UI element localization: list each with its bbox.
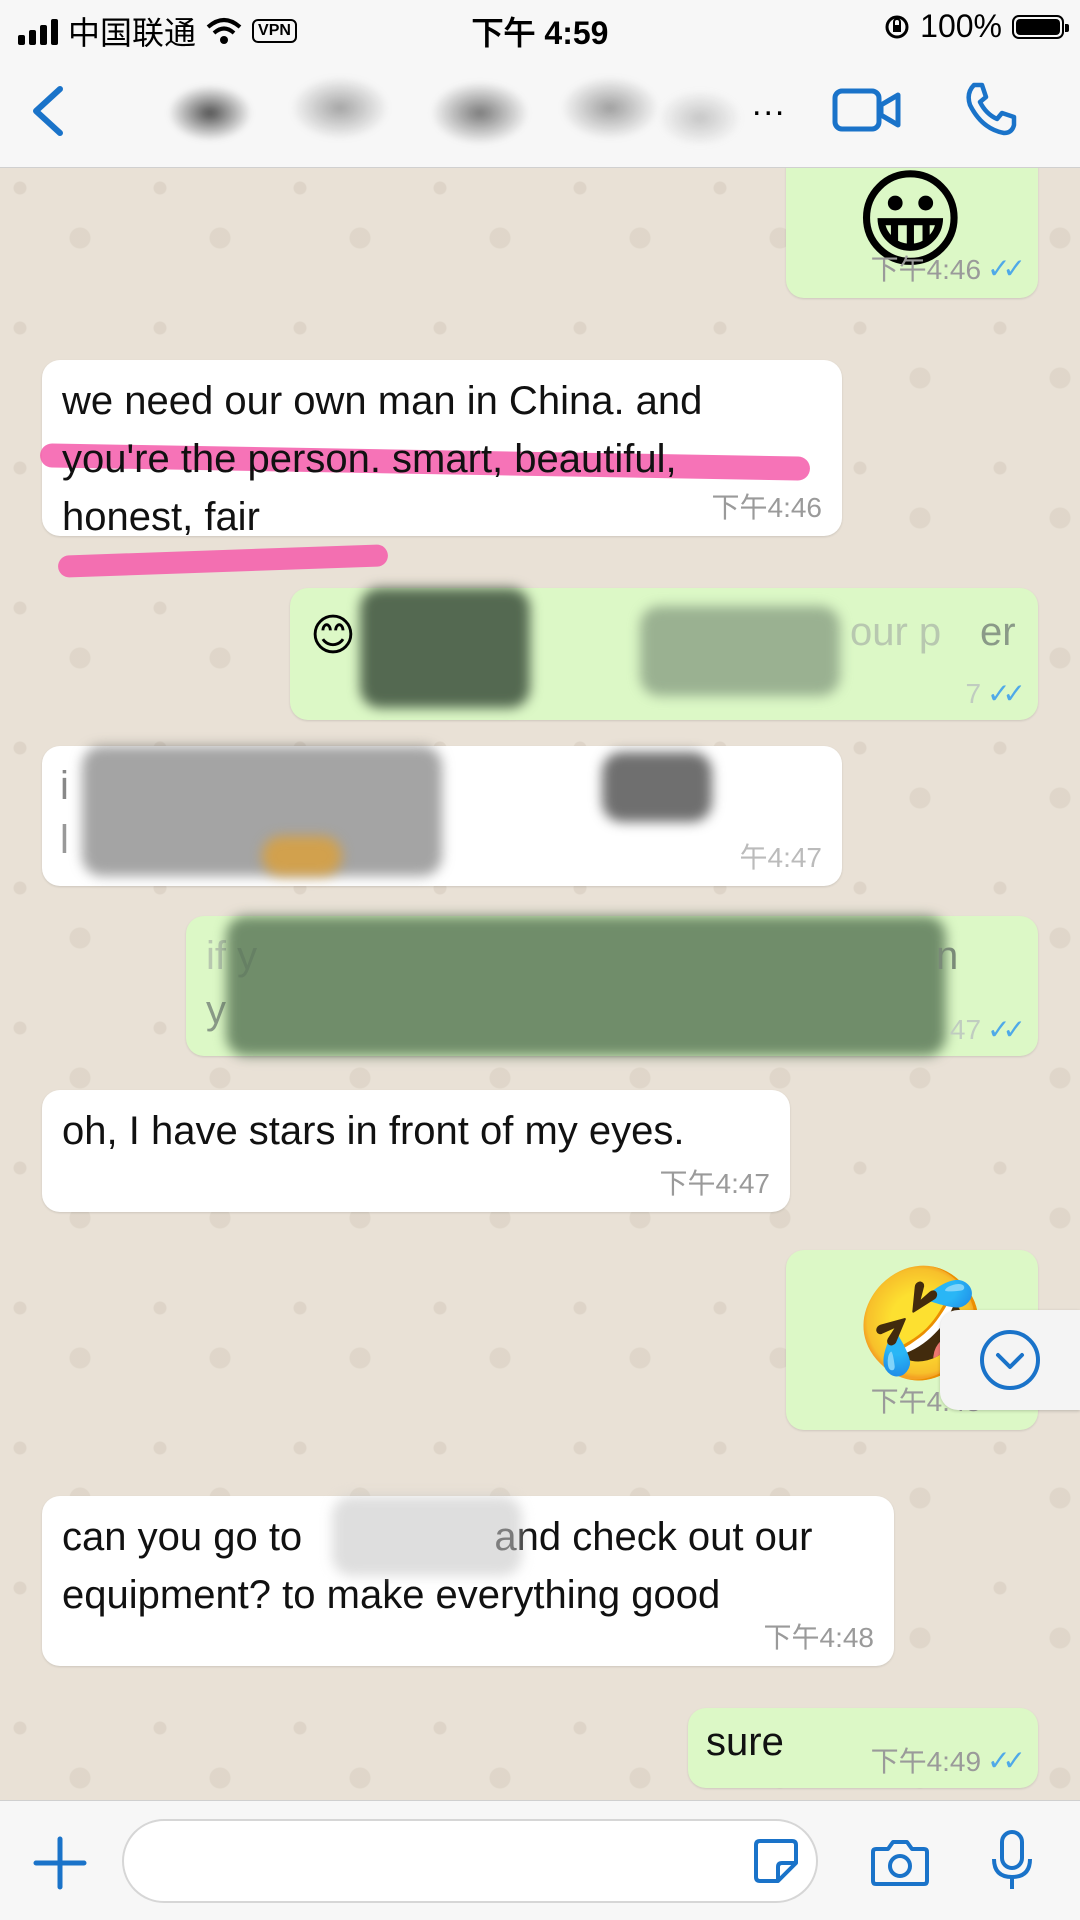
read-receipt-icon: ✓✓ xyxy=(987,1744,1026,1776)
message-time: 午4:47 xyxy=(739,842,823,873)
chevron-left-icon[interactable] xyxy=(22,81,82,141)
message-outgoing[interactable]: 😊 our p er 7 ✓✓ xyxy=(290,588,1038,720)
text-fragment: i xyxy=(60,764,69,808)
message-text: we need our own man in China. and you're… xyxy=(62,379,703,539)
read-receipt-icon: ✓✓ xyxy=(987,1014,1026,1045)
message-time: 47 xyxy=(949,1013,982,1045)
message-outgoing[interactable]: sure 下午4:49 ✓✓ xyxy=(688,1708,1038,1788)
chevron-down-icon xyxy=(980,1330,1040,1390)
read-receipt-icon: ✓✓ xyxy=(987,678,1026,709)
message-input[interactable] xyxy=(122,1819,818,1903)
redaction xyxy=(602,752,712,822)
message-outgoing[interactable]: if y y n 47 ✓✓ xyxy=(186,916,1038,1056)
text-part: can you go to xyxy=(62,1515,314,1559)
message-outgoing[interactable]: 😀 下午4:46 ✓✓ xyxy=(786,168,1038,298)
message-time: 下午4:49 xyxy=(870,1746,982,1777)
text-part: and check out our xyxy=(483,1515,813,1559)
message-meta: 下午4:47 xyxy=(660,1162,771,1202)
contact-name-redacted[interactable] xyxy=(140,63,740,158)
message-meta: 7 ✓✓ xyxy=(965,677,1026,710)
redaction xyxy=(226,916,946,1056)
message-meta: 47 ✓✓ xyxy=(949,1013,1026,1046)
message-time: 下午4:47 xyxy=(659,1168,771,1199)
message-meta: 下午4:48 xyxy=(764,1616,875,1656)
composer-bar xyxy=(0,1800,1080,1920)
text-part: equipment? to make everything good xyxy=(62,1573,721,1617)
message-incoming[interactable]: we need our own man in China. and you're… xyxy=(39,360,842,539)
message-meta: 午4:47 xyxy=(740,836,823,876)
text-fragment: er xyxy=(980,610,1016,654)
video-camera-icon[interactable] xyxy=(832,85,902,135)
message-list[interactable]: 😀 下午4:46 ✓✓ we need our own man in China… xyxy=(0,168,1080,1800)
sticker-icon[interactable] xyxy=(752,1837,800,1885)
scroll-to-bottom-button[interactable] xyxy=(940,1310,1080,1410)
message-incoming[interactable]: i l 午4:47 xyxy=(42,746,842,886)
status-right: 100% xyxy=(884,8,1069,45)
redaction xyxy=(360,588,530,708)
text-fragment: our p xyxy=(850,610,942,654)
chat-header: ... xyxy=(0,55,1080,168)
plus-icon[interactable] xyxy=(30,1833,90,1893)
message-time: 下午4:46 xyxy=(870,254,982,285)
battery-percent: 100% xyxy=(920,8,1002,44)
message-text: sure xyxy=(706,1720,784,1764)
highlight-mark xyxy=(57,544,389,578)
read-receipt-icon: ✓✓ xyxy=(987,252,1026,284)
phone-icon[interactable] xyxy=(962,81,1018,137)
message-meta: 下午4:46 xyxy=(712,486,823,526)
redaction xyxy=(332,1496,522,1576)
emoji: 😊 xyxy=(310,611,356,660)
camera-icon[interactable] xyxy=(870,1837,930,1887)
redaction xyxy=(640,606,840,696)
message-time: 7 xyxy=(965,677,982,709)
message-time: 下午4:46 xyxy=(711,492,823,523)
text-fragment: l xyxy=(60,818,69,862)
text-fragment: y xyxy=(206,988,226,1032)
rotation-lock-icon xyxy=(885,15,909,38)
battery-icon xyxy=(1012,14,1069,39)
status-bar: 中国联通 VPN 下午 4:59 100% xyxy=(0,0,1080,55)
message-incoming[interactable]: can you go to and check out our equipmen… xyxy=(42,1496,894,1666)
message-text: oh, I have stars in front of my eyes. xyxy=(62,1109,685,1153)
redaction xyxy=(262,836,342,876)
microphone-icon[interactable] xyxy=(990,1829,1034,1893)
message-time: 下午4:48 xyxy=(763,1622,875,1653)
message-incoming[interactable]: oh, I have stars in front of my eyes. 下午… xyxy=(42,1090,790,1212)
text-fragment: n xyxy=(936,934,959,978)
message-meta: 下午4:49 ✓✓ xyxy=(870,1740,1026,1780)
more-indicator: ... xyxy=(752,85,787,123)
message-meta: 下午4:46 ✓✓ xyxy=(870,248,1026,288)
